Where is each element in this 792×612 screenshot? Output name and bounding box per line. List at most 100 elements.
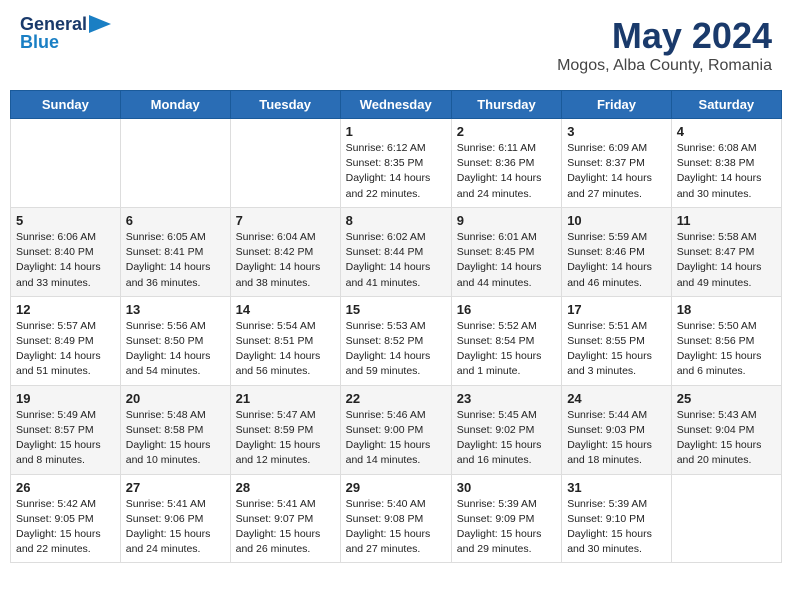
- weekday-header-thursday: Thursday: [451, 91, 561, 119]
- day-info: Sunrise: 6:11 AMSunset: 8:36 PMDaylight:…: [457, 141, 556, 202]
- day-info: Sunrise: 6:02 AMSunset: 8:44 PMDaylight:…: [346, 230, 446, 291]
- day-info-line: Sunrise: 5:51 AM: [567, 320, 647, 332]
- day-info-line: Sunrise: 5:40 AM: [346, 498, 426, 510]
- day-info: Sunrise: 5:58 AMSunset: 8:47 PMDaylight:…: [677, 230, 776, 291]
- day-info-line: Daylight: 15 hours and 12 minutes.: [236, 439, 321, 466]
- calendar-week-5: 26Sunrise: 5:42 AMSunset: 9:05 PMDayligh…: [11, 474, 782, 563]
- day-info-line: Sunset: 8:47 PM: [677, 246, 755, 258]
- calendar-day: 6Sunrise: 6:05 AMSunset: 8:41 PMDaylight…: [120, 207, 230, 296]
- day-info-line: Sunset: 8:54 PM: [457, 335, 535, 347]
- calendar-header: SundayMondayTuesdayWednesdayThursdayFrid…: [11, 91, 782, 119]
- day-info-line: Sunrise: 5:52 AM: [457, 320, 537, 332]
- calendar-day: 24Sunrise: 5:44 AMSunset: 9:03 PMDayligh…: [562, 385, 672, 474]
- calendar-day: 29 Sunrise: 5:40 AMSunset: 9:08 PMDayligh…: [340, 474, 451, 563]
- weekday-header-monday: Monday: [120, 91, 230, 119]
- day-info-line: Sunset: 8:45 PM: [457, 246, 535, 258]
- day-info-line: Sunrise: 5:41 AM: [236, 498, 316, 510]
- day-number: 18: [677, 302, 776, 317]
- day-info-line: Daylight: 14 hours and 24 minutes.: [457, 172, 542, 199]
- logo-flag-icon: [89, 15, 111, 33]
- day-number: 2: [457, 124, 556, 139]
- day-number: 10: [567, 213, 666, 228]
- day-info-line: Sunset: 8:58 PM: [126, 424, 204, 436]
- day-info-line: Sunrise: 5:39 AM: [457, 498, 537, 510]
- day-info: Sunrise: 5:42 AMSunset: 9:05 PMDaylight:…: [16, 497, 115, 558]
- day-number: 31: [567, 480, 666, 495]
- day-info-line: Sunrise: 5:42 AM: [16, 498, 96, 510]
- day-info-line: Daylight: 15 hours and 20 minutes.: [677, 439, 762, 466]
- day-number: 28: [236, 480, 335, 495]
- title-area: May 2024 Mogos, Alba County, Romania: [557, 15, 772, 75]
- calendar-day: 7Sunrise: 6:04 AMSunset: 8:42 PMDaylight…: [230, 207, 340, 296]
- calendar-day: 30Sunrise: 5:39 AMSunset: 9:09 PMDayligh…: [451, 474, 561, 563]
- weekday-row: SundayMondayTuesdayWednesdayThursdayFrid…: [11, 91, 782, 119]
- day-info-line: Daylight: 15 hours and 26 minutes.: [236, 528, 321, 555]
- day-number: 23: [457, 391, 556, 406]
- weekday-header-friday: Friday: [562, 91, 672, 119]
- day-info-line: Sunset: 8:56 PM: [677, 335, 755, 347]
- day-info-line: Daylight: 14 hours and 36 minutes.: [126, 261, 211, 288]
- day-number: 29: [346, 480, 446, 495]
- day-info-line: Sunset: 8:35 PM: [346, 157, 424, 169]
- day-info: Sunrise: 5:59 AM Sunset: 8:46 PM Daylight:…: [567, 230, 666, 291]
- calendar-day: 11 Sunrise: 5:58 AMSunset: 8:47 PMDayligh…: [671, 207, 781, 296]
- calendar-week-1: 1Sunrise: 6:12 AMSunset: 8:35 PMDaylight…: [11, 119, 782, 208]
- calendar-day: 10 Sunrise: 5:59 AM Sunset: 8:46 PM Dayligh…: [562, 207, 672, 296]
- day-info-line: Daylight: 15 hours and 18 minutes.: [567, 439, 652, 466]
- day-info: Sunrise: 5:47 AMSunset: 8:59 PMDaylight:…: [236, 408, 335, 469]
- day-info: Sunrise: 5:45 AMSunset: 9:02 PMDaylight:…: [457, 408, 556, 469]
- day-number: 17: [567, 302, 666, 317]
- day-info-line: Sunrise: 6:04 AM: [236, 231, 316, 243]
- day-info-line: Daylight: 14 hours and 59 minutes.: [346, 350, 431, 377]
- day-number: 25: [677, 391, 776, 406]
- day-number: 24: [567, 391, 666, 406]
- day-info-line: Sunrise: 5:48 AM: [126, 409, 206, 421]
- day-info-line: Sunrise: 6:08 AM: [677, 142, 757, 154]
- weekday-header-wednesday: Wednesday: [340, 91, 451, 119]
- day-info-line: Sunset: 9:02 PM: [457, 424, 535, 436]
- calendar-day: 9Sunrise: 6:01 AMSunset: 8:45 PMDaylight…: [451, 207, 561, 296]
- day-info-line: Daylight: 15 hours and 27 minutes.: [346, 528, 431, 555]
- calendar-day: 19Sunrise: 5:49 AMSunset: 8:57 PMDayligh…: [11, 385, 121, 474]
- day-number: 12: [16, 302, 115, 317]
- day-info-line: Sunset: 9:06 PM: [126, 513, 204, 525]
- day-info-line: Daylight: 14 hours and 46 minutes.: [567, 261, 652, 288]
- day-info-line: Daylight: 14 hours and 56 minutes.: [236, 350, 321, 377]
- day-info-line: Daylight: 15 hours and 10 minutes.: [126, 439, 211, 466]
- day-number: 16: [457, 302, 556, 317]
- day-info: Sunrise: 6:08 AMSunset: 8:38 PMDaylight:…: [677, 141, 776, 202]
- day-info-line: Daylight: 15 hours and 8 minutes.: [16, 439, 101, 466]
- day-info: Sunrise: 5:39 AMSunset: 9:10 PMDaylight:…: [567, 497, 666, 558]
- day-info-line: Sunrise: 5:56 AM: [126, 320, 206, 332]
- day-info-line: Sunset: 8:46 PM: [567, 246, 645, 258]
- weekday-header-tuesday: Tuesday: [230, 91, 340, 119]
- day-number: 11: [677, 213, 776, 228]
- day-number: 27: [126, 480, 225, 495]
- day-number: 8: [346, 213, 446, 228]
- day-info-line: Daylight: 14 hours and 33 minutes.: [16, 261, 101, 288]
- day-info-line: Sunset: 8:57 PM: [16, 424, 94, 436]
- day-info-line: Sunrise: 5:39 AM: [567, 498, 647, 510]
- calendar-day: 31 Sunrise: 5:39 AMSunset: 9:10 PMDayligh…: [562, 474, 672, 563]
- day-info-line: Daylight: 15 hours and 6 minutes.: [677, 350, 762, 377]
- calendar-day: [230, 119, 340, 208]
- calendar-day: 25Sunrise: 5:43 AMSunset: 9:04 PMDayligh…: [671, 385, 781, 474]
- day-info-line: Sunrise: 6:06 AM: [16, 231, 96, 243]
- day-info: Sunrise: 5:46 AMSunset: 9:00 PMDaylight:…: [346, 408, 446, 469]
- day-info: Sunrise: 5:40 AMSunset: 9:08 PMDaylight:…: [346, 497, 446, 558]
- day-info: Sunrise: 5:52 AMSunset: 8:54 PMDaylight:…: [457, 319, 556, 380]
- day-info: Sunrise: 6:05 AMSunset: 8:41 PMDaylight:…: [126, 230, 225, 291]
- day-info-line: Sunrise: 5:59 AM: [567, 231, 647, 243]
- day-info-line: Sunrise: 5:47 AM: [236, 409, 316, 421]
- day-info-line: Sunset: 9:04 PM: [677, 424, 755, 436]
- day-number: 22: [346, 391, 446, 406]
- day-info-line: Daylight: 15 hours and 29 minutes.: [457, 528, 542, 555]
- day-info-line: Sunrise: 5:57 AM: [16, 320, 96, 332]
- calendar-day: 8 Sunrise: 6:02 AMSunset: 8:44 PMDaylight…: [340, 207, 451, 296]
- day-info: Sunrise: 5:51 AMSunset: 8:55 PMDaylight:…: [567, 319, 666, 380]
- day-info: Sunrise: 5:54 AMSunset: 8:51 PMDaylight:…: [236, 319, 335, 380]
- calendar-day: 27Sunrise: 5:41 AMSunset: 9:06 PMDayligh…: [120, 474, 230, 563]
- day-number: 9: [457, 213, 556, 228]
- logo-blue: Blue: [20, 33, 59, 51]
- calendar-day: 17 Sunrise: 5:51 AMSunset: 8:55 PMDayligh…: [562, 296, 672, 385]
